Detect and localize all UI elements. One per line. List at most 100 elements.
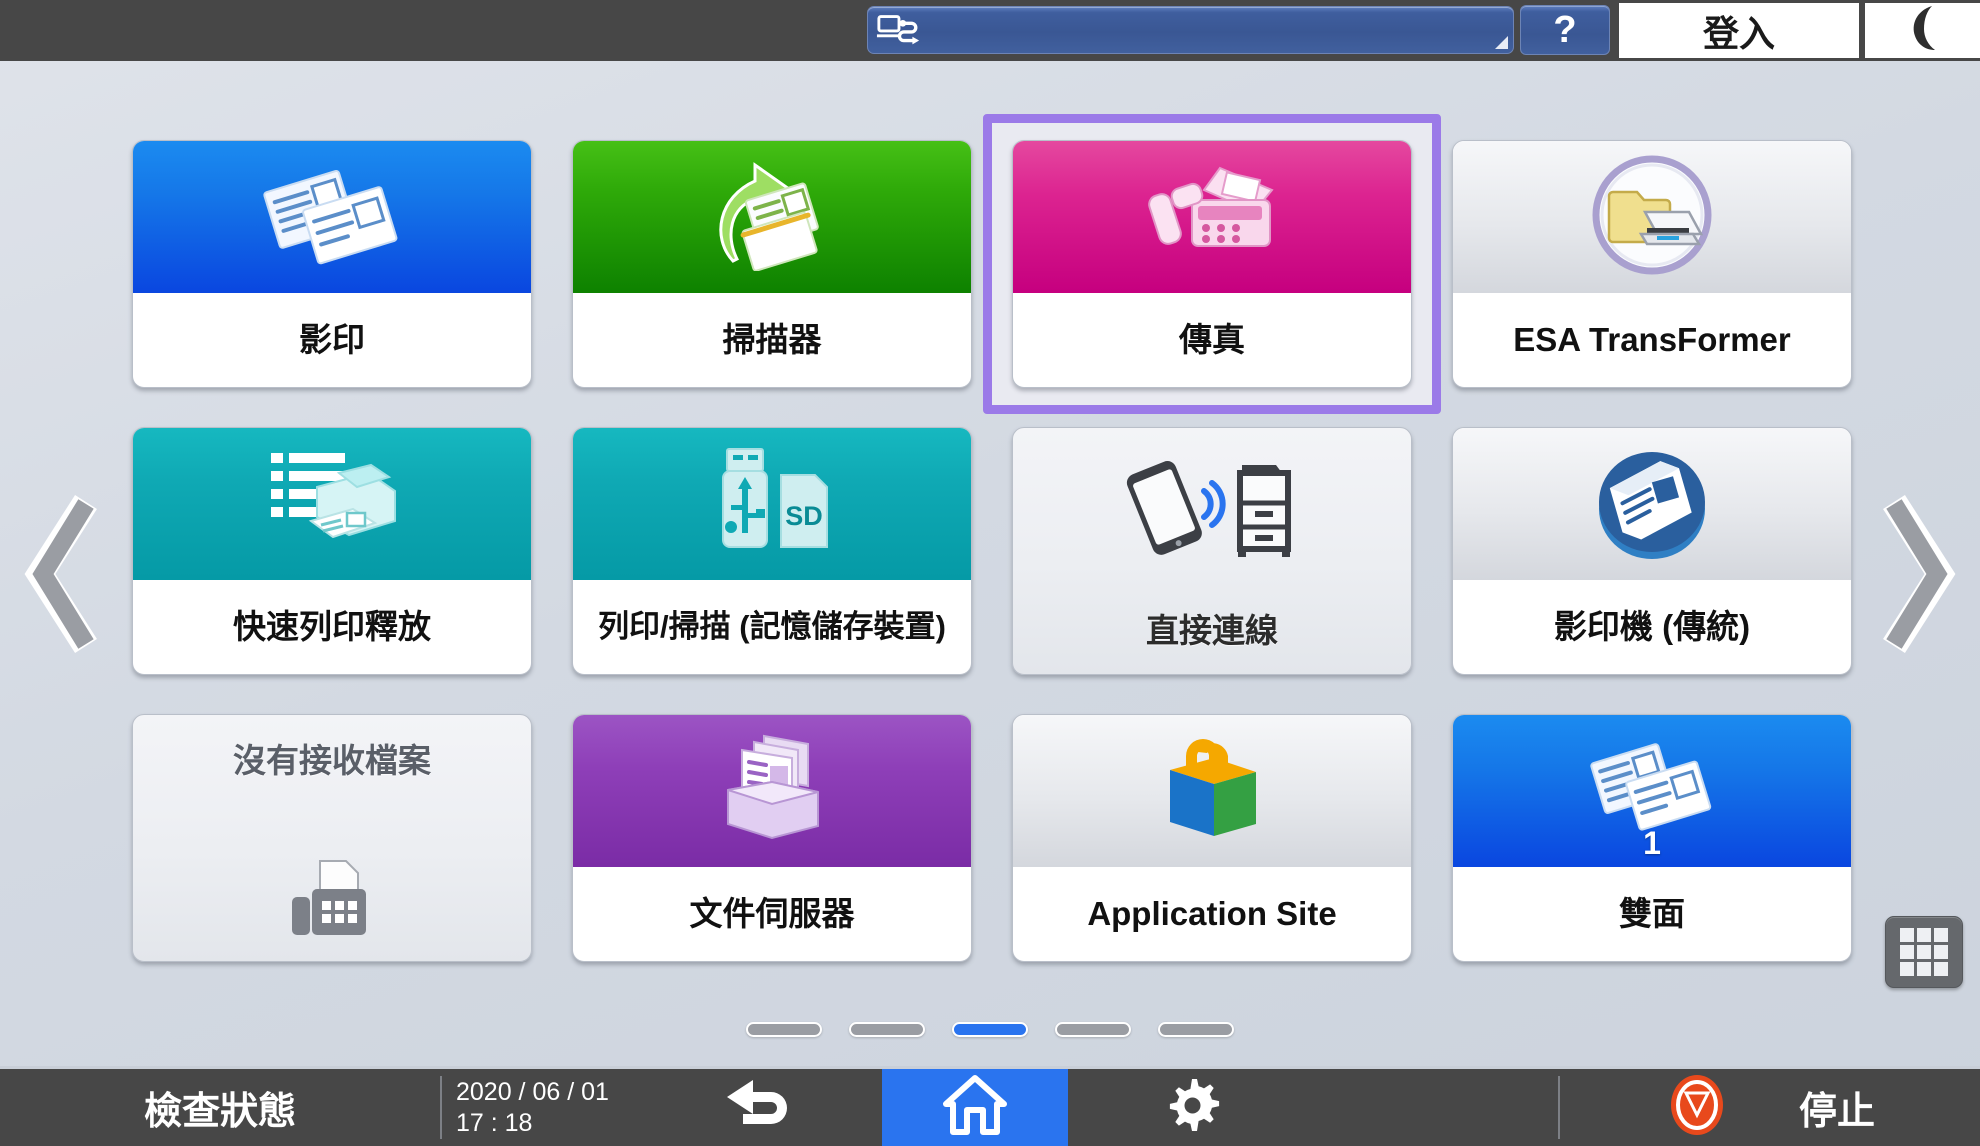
usb-sd-icon: SD xyxy=(697,443,847,566)
back-button[interactable] xyxy=(637,1069,882,1146)
tile-slot: 文件伺服器 xyxy=(572,714,972,962)
app-tile-fax[interactable]: 傳真 xyxy=(1012,140,1412,388)
app-tile-application-site[interactable]: Application Site xyxy=(1012,714,1412,962)
page-dot-5[interactable] xyxy=(1158,1022,1234,1037)
page-dot-2[interactable] xyxy=(849,1022,925,1037)
prev-page-arrow[interactable] xyxy=(24,490,102,658)
next-page-arrow[interactable] xyxy=(1878,490,1956,658)
tile-label: 傳真 xyxy=(1179,320,1245,358)
check-status-button[interactable]: 檢查狀態 xyxy=(0,1069,440,1146)
tile-slot: Application Site xyxy=(1012,714,1412,962)
app-tile-scanner[interactable]: 掃描器 xyxy=(572,140,972,388)
app-tile-esa-transformer[interactable]: ESA TransFormer xyxy=(1452,140,1852,388)
tile-header xyxy=(133,141,531,293)
tile-label: 影印 xyxy=(299,320,365,358)
tile-slot: 沒有接收檔案 xyxy=(132,714,532,962)
chevron-right-icon xyxy=(1878,490,1956,658)
bottom-bar: 檢查狀態 2020 / 06 / 01 17 : 18 停止 xyxy=(0,1066,1980,1146)
classic-copier-icon xyxy=(1587,437,1717,572)
tile-label: 直接連線 xyxy=(1146,611,1278,649)
tile-header xyxy=(133,841,531,961)
stop-label: 停止 xyxy=(1798,1091,1875,1133)
login-button[interactable]: 登入 xyxy=(1619,3,1859,58)
mobile-printer-icon xyxy=(1112,451,1312,566)
page-dot-4[interactable] xyxy=(1055,1022,1131,1037)
tile-slot: 影印 xyxy=(132,140,532,388)
bottombar-spacer xyxy=(1316,1069,1558,1146)
address-field-wrapper xyxy=(863,0,1518,61)
stop-icon xyxy=(1665,1073,1729,1142)
address-input[interactable] xyxy=(867,6,1514,54)
tile-header xyxy=(1013,428,1411,588)
page-indicator xyxy=(0,1022,1980,1037)
document-server-icon xyxy=(702,730,842,853)
tile-label: 雙面 xyxy=(1619,894,1685,932)
time-text: 17 : 18 xyxy=(456,1108,533,1137)
tile-label: 列印/掃描 (記憶儲存裝置) xyxy=(598,608,946,644)
app-tile-classic-copier[interactable]: 影印機 (傳統) xyxy=(1452,427,1852,675)
tile-slot: 傳真 xyxy=(983,114,1441,414)
fax-gray-icon xyxy=(286,857,378,946)
tile-label: 影印機 (傳統) xyxy=(1553,607,1751,645)
home-icon xyxy=(942,1074,1008,1141)
duplex-count-badge: 1 xyxy=(1643,825,1661,861)
app-tile-direct-connection[interactable]: 直接連線 xyxy=(1012,427,1412,675)
tile-header xyxy=(573,141,971,293)
app-tile-print-scan-memory[interactable]: SD 列印/掃描 (記憶儲存裝置) xyxy=(572,427,972,675)
app-tile-no-received-files[interactable]: 沒有接收檔案 xyxy=(132,714,532,962)
tile-label: Application Site xyxy=(1087,894,1337,932)
app-tile-duplex[interactable]: 1 雙面 xyxy=(1452,714,1852,962)
tile-slot: 1 雙面 xyxy=(1452,714,1852,962)
printer-home-screen: ? 登入 影印 掃描器 傳真 ESA TransFormer 快速列印釋放 SD… xyxy=(0,0,1980,1146)
app-tile-document-server[interactable]: 文件伺服器 xyxy=(572,714,972,962)
app-bag-icon xyxy=(1152,730,1272,853)
app-tile-quick-print-release[interactable]: 快速列印釋放 xyxy=(132,427,532,675)
tile-label: 掃描器 xyxy=(722,320,822,358)
app-tile-grid: 影印 掃描器 傳真 ESA TransFormer 快速列印釋放 SD 列印/掃… xyxy=(132,114,1852,962)
tile-slot: 影印機 (傳統) xyxy=(1452,427,1852,675)
tile-slot: 快速列印釋放 xyxy=(132,427,532,675)
chevron-left-icon xyxy=(24,490,102,658)
scanner-icon xyxy=(697,159,847,276)
back-arrow-icon xyxy=(721,1074,799,1141)
tile-header xyxy=(133,428,531,580)
settings-button[interactable] xyxy=(1068,1069,1316,1146)
tile-label: ESA TransFormer xyxy=(1513,320,1791,358)
tile-label: 快速列印釋放 xyxy=(233,607,431,645)
tile-label: 沒有接收檔案 xyxy=(233,742,431,779)
grid-view-button[interactable] xyxy=(1885,916,1963,988)
tile-label: 文件伺服器 xyxy=(689,894,855,932)
datetime-display: 2020 / 06 / 01 17 : 18 xyxy=(442,1069,637,1146)
tile-slot: 直接連線 xyxy=(1012,427,1412,675)
top-bar: ? 登入 xyxy=(0,0,1980,61)
tile-slot: ESA TransFormer xyxy=(1452,140,1852,388)
gear-icon xyxy=(1164,1077,1220,1138)
help-button[interactable]: ? xyxy=(1520,5,1610,55)
page-dot-1[interactable] xyxy=(746,1022,822,1037)
folder-scanner-icon xyxy=(1587,150,1717,285)
moon-icon xyxy=(1900,3,1946,58)
tile-slot: SD 列印/掃描 (記憶儲存裝置) xyxy=(572,427,972,675)
grid-view-icon xyxy=(1900,928,1948,976)
app-tile-copy[interactable]: 影印 xyxy=(132,140,532,388)
home-button[interactable] xyxy=(882,1069,1068,1146)
date-text: 2020 / 06 / 01 xyxy=(456,1078,609,1106)
tile-slot: 掃描器 xyxy=(572,140,972,388)
tile-header xyxy=(573,715,971,867)
resize-corner-icon[interactable] xyxy=(1495,36,1508,49)
fax-machine-icon xyxy=(1132,160,1292,275)
copy-icon xyxy=(257,160,407,275)
device-transfer-icon xyxy=(876,12,922,48)
tile-header xyxy=(1453,428,1851,580)
tile-header: 1 xyxy=(1453,715,1851,867)
svg-text:SD: SD xyxy=(785,501,823,531)
tile-header: SD xyxy=(573,428,971,580)
tile-header xyxy=(1013,715,1411,867)
tile-header xyxy=(1453,141,1851,293)
tile-header xyxy=(1013,141,1411,293)
stop-button[interactable]: 停止 xyxy=(1560,1069,1980,1146)
page-dot-3[interactable] xyxy=(952,1022,1028,1037)
print-release-icon xyxy=(257,443,407,566)
sleep-mode-button[interactable] xyxy=(1865,3,1980,58)
